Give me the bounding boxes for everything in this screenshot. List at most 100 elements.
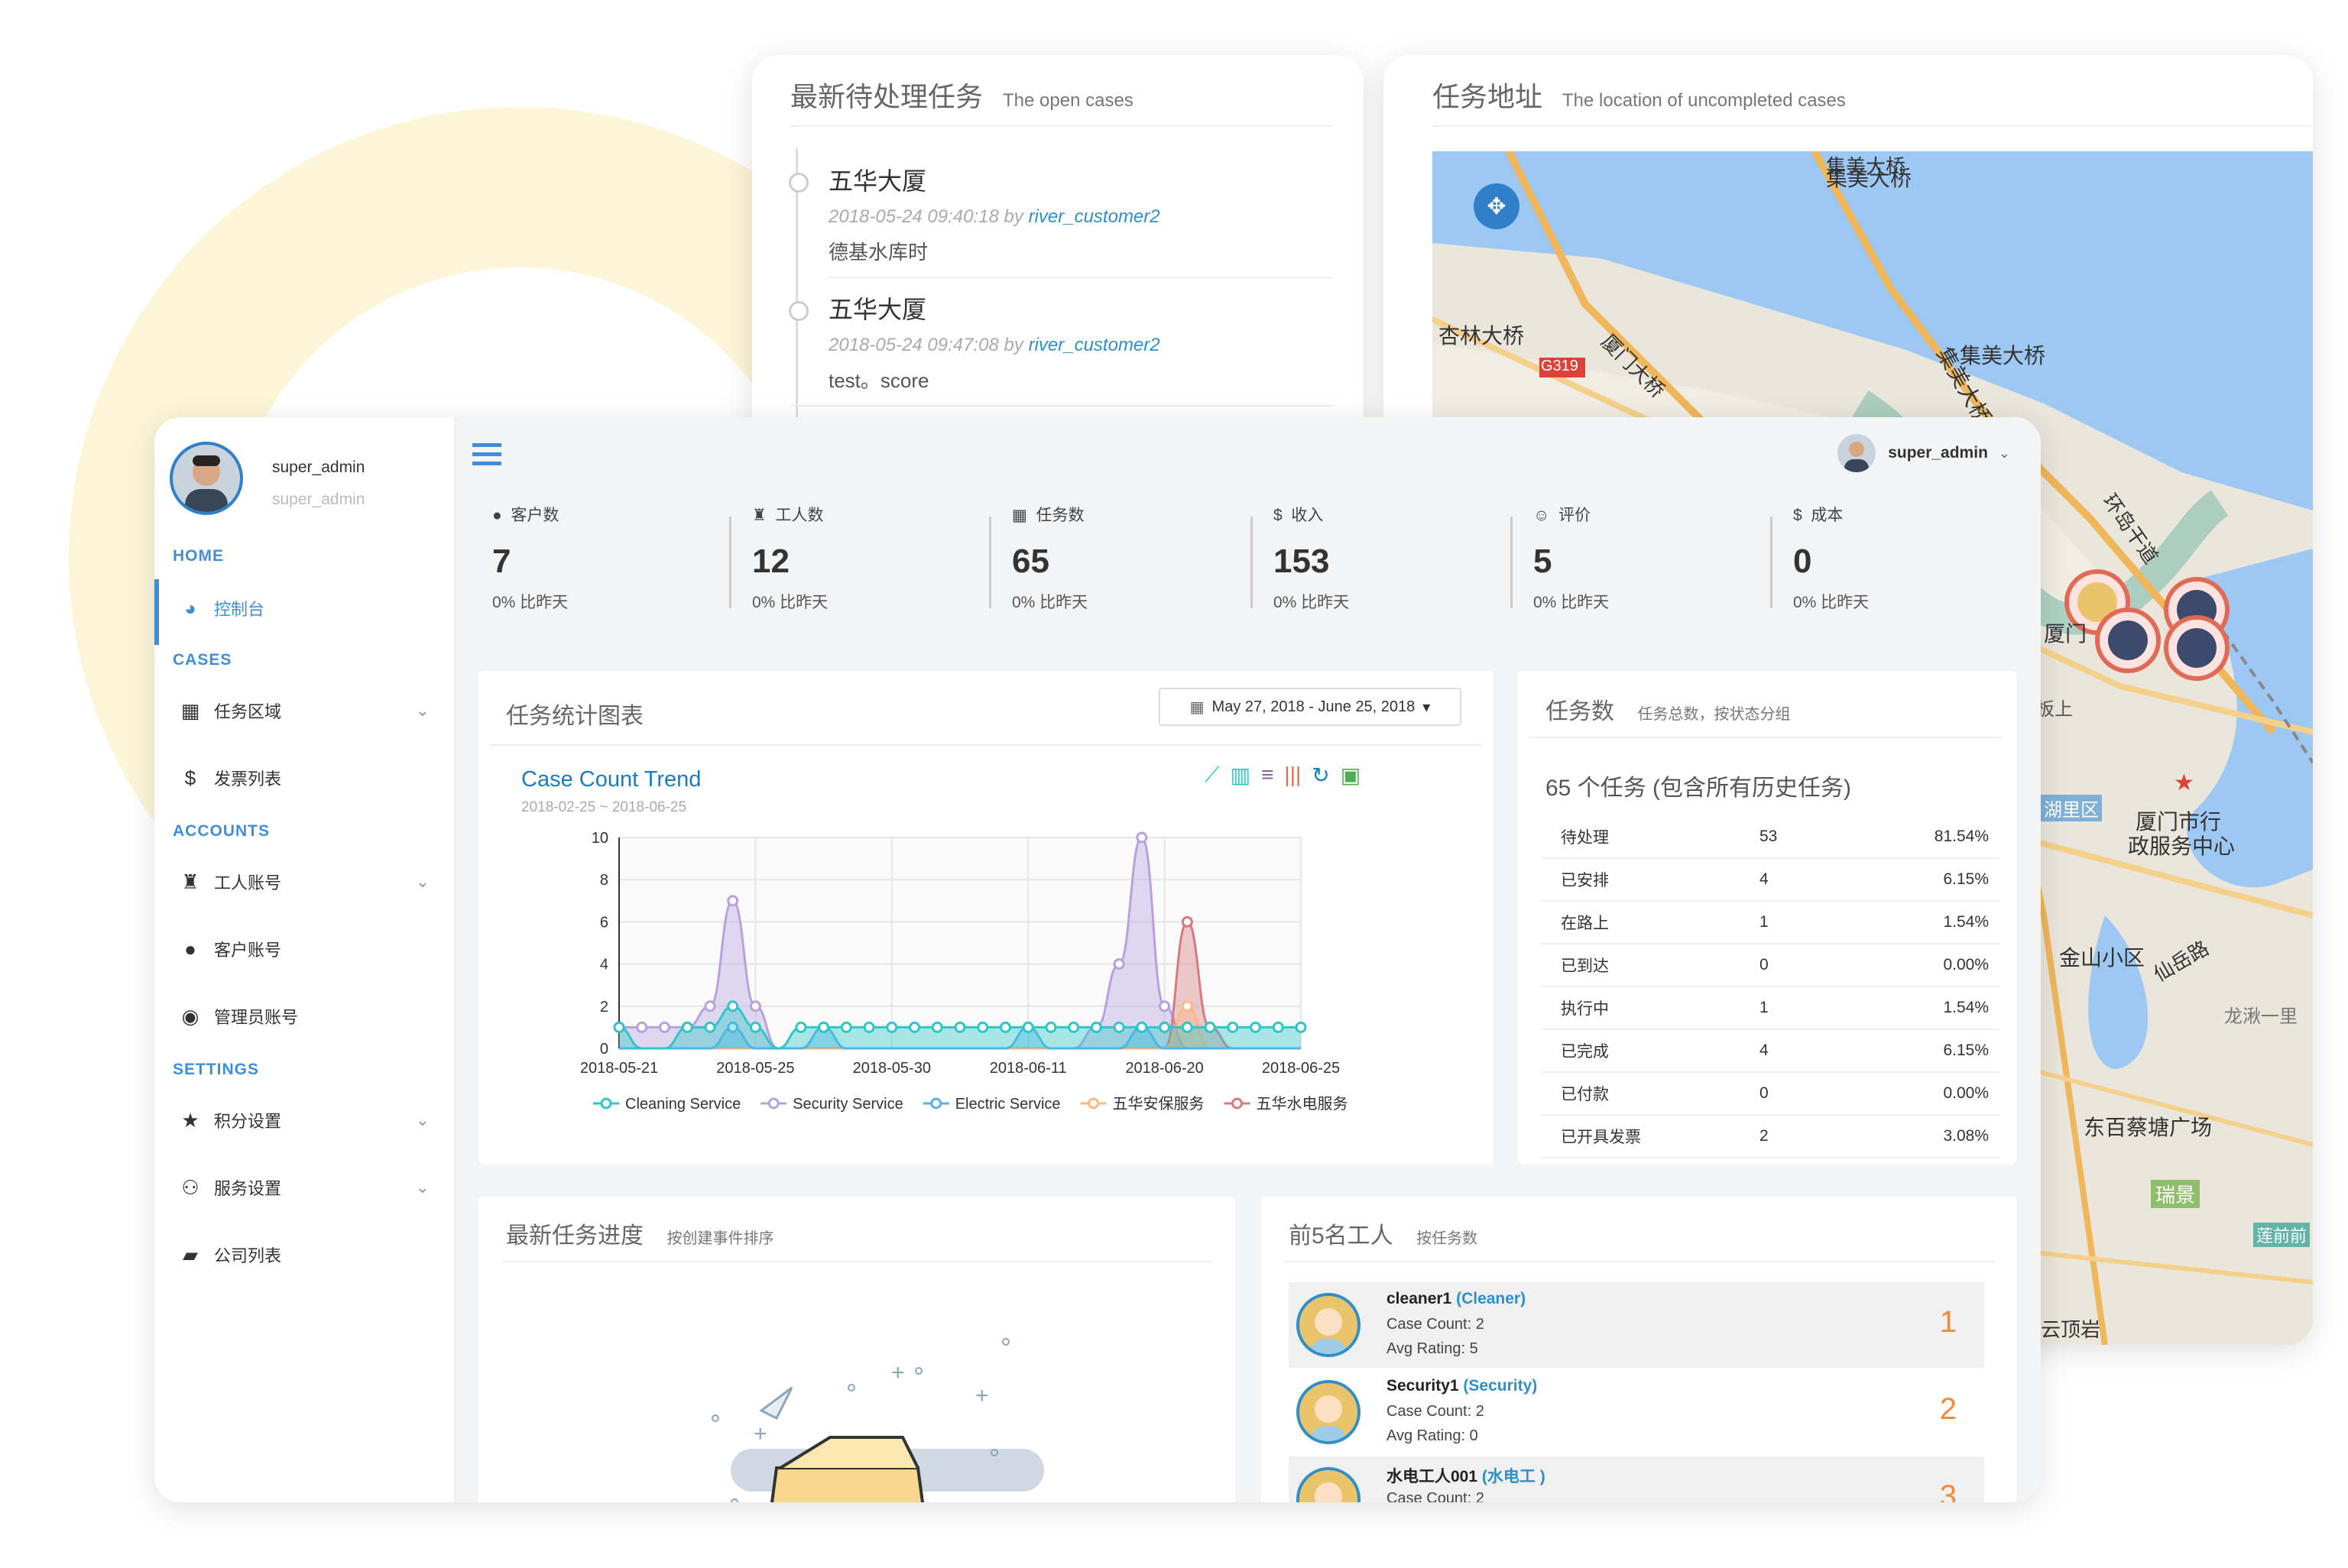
legend-label: Cleaning Service xyxy=(625,1096,741,1113)
legend-marker xyxy=(767,1097,780,1110)
status-row: 已付款 0 0.00% xyxy=(1541,1072,1999,1116)
data-point xyxy=(1113,1021,1125,1033)
case-user-link[interactable]: river_customer2 xyxy=(1029,206,1160,227)
dollar-icon: $ xyxy=(1793,507,1802,524)
divider xyxy=(729,517,731,608)
sidebar-item-invoices[interactable]: $ 发票列表 xyxy=(177,766,437,790)
divider xyxy=(1432,125,2311,127)
status-count: 53 xyxy=(1759,816,1882,859)
sidebar-item-company-list[interactable]: ▰ 公司列表 xyxy=(177,1242,437,1267)
x-tick-label: 2018-06-25 xyxy=(1262,1060,1340,1077)
map-title-text: 任务地址 xyxy=(1432,81,1543,112)
map-label: 集美大桥 xyxy=(1826,167,1912,190)
sidebar-item-label: 客户账号 xyxy=(214,941,282,960)
case-meta: 2018-05-24 09:40:18 by river_customer2 xyxy=(829,206,1160,228)
worker-row[interactable]: 水电工人001 (水电工 ) Case Count: 2 3 xyxy=(1289,1456,1984,1502)
map-label: 杏林大桥 xyxy=(1438,324,1525,348)
data-point xyxy=(727,1000,739,1012)
progress-card: 最新任务进度 按创建事件排序 + + + xyxy=(478,1197,1235,1502)
progress-header: 最新任务进度 按创建事件排序 xyxy=(506,1216,773,1250)
chart-card: 任务统计图表 ▦ May 27, 2018 - June 25, 2018 ▾ … xyxy=(478,671,1493,1165)
user-menu[interactable]: super_admin ⌄ xyxy=(1837,434,2010,472)
stat-value: 153 xyxy=(1273,543,1330,580)
sidebar-heading-home: HOME xyxy=(173,547,224,565)
worker-name: cleaner1 (Cleaner) xyxy=(1386,1290,1526,1307)
worker-row[interactable]: cleaner1 (Cleaner) Case Count: 2 Avg Rat… xyxy=(1289,1282,1984,1368)
status-count: 2 xyxy=(1759,1115,1882,1158)
data-point xyxy=(863,1021,875,1033)
status-row: 已开具发票 2 3.08% xyxy=(1541,1115,1999,1158)
sidebar-item-customer-accounts[interactable]: ● 客户账号 xyxy=(177,937,437,961)
worker-row[interactable]: Security1 (Security) Case Count: 2 Avg R… xyxy=(1289,1369,1984,1455)
data-point xyxy=(704,1000,716,1012)
sidebar-item-points-settings[interactable]: ★ 积分设置 ⌄ xyxy=(177,1108,437,1132)
sidebar-item-task-area[interactable]: ▦ 任务区域 ⌄ xyxy=(177,698,437,723)
worker-name: 水电工人001 (水电工 ) xyxy=(1386,1468,1545,1485)
chevron-down-icon: ⌄ xyxy=(415,1110,430,1129)
task-status-title: 任务数 xyxy=(1545,699,1614,724)
divider xyxy=(1284,1261,1995,1262)
legend-label: Security Service xyxy=(793,1096,903,1113)
sidebar-item-dashboard[interactable]: ◕ 控制台 xyxy=(177,596,437,620)
case-user-link[interactable]: river_customer2 xyxy=(1029,335,1160,355)
data-point xyxy=(840,1021,852,1033)
x-tick-label: 2018-06-11 xyxy=(990,1060,1067,1077)
map-label: 东百蔡塘广场 xyxy=(2084,1116,2213,1139)
task-status-rows: 待处理 53 81.54% 已安排 4 6.15% 在路上 1 1.54% 已到达 0 0.00% 执行… xyxy=(1541,816,1999,1158)
top-bar: super_admin ⌄ xyxy=(456,417,2041,491)
open-case-item[interactable]: 五华大厦 2018-05-24 09:47:08 by river_custom… xyxy=(829,290,1160,394)
legend-marker xyxy=(1088,1097,1100,1110)
stat-value: 7 xyxy=(492,543,511,580)
line-chart-icon[interactable]: ⟋ xyxy=(1205,763,1220,788)
map-label: 板上 xyxy=(2036,699,2073,720)
stat-tasks: ▦ 任务数 65 0% 比昨天 xyxy=(1012,503,1241,613)
case-trend-chart: 0 2 4 6 8 10 2018-05-21 2018-05-25 2018-05-30 201… xyxy=(580,830,1348,1113)
save-icon[interactable]: ▣ xyxy=(1341,763,1360,788)
status-percent: 6.15% xyxy=(1882,1029,1999,1073)
stack-icon[interactable]: ≡ xyxy=(1261,763,1273,788)
date-range-picker[interactable]: ▦ May 27, 2018 - June 25, 2018 ▾ xyxy=(1159,688,1461,726)
y-tick-label: 2 xyxy=(600,999,608,1016)
map-label: 瑞景 xyxy=(2151,1180,2200,1208)
sidebar-item-admin-accounts[interactable]: ◉ 管理员账号 xyxy=(177,1004,437,1029)
main-content: super_admin ⌄ ● 客户数 7 0% 比昨天 ♜ 工人数 12 0%… xyxy=(456,417,2041,1502)
map-label: 金山小区 xyxy=(2059,946,2145,970)
legend-label: Electric Service xyxy=(955,1096,1061,1113)
chart-toolbox: ⟋ ▥ ≡ ||| ↻ ▣ xyxy=(1205,763,1360,788)
avatar[interactable] xyxy=(170,442,243,515)
case-meta: 2018-05-24 09:47:08 by river_customer2 xyxy=(829,335,1160,356)
chart-title: Case Count Trend xyxy=(521,767,702,792)
status-name: 已安排 xyxy=(1541,858,1759,902)
sidebar-item-service-settings[interactable]: ⚇ 服务设置 ⌄ xyxy=(177,1175,437,1200)
map-label: 云顶岩 xyxy=(2041,1318,2101,1341)
data-point xyxy=(749,1000,761,1012)
y-tick-label: 8 xyxy=(600,872,608,889)
worker-name: Security1 (Security) xyxy=(1386,1377,1538,1395)
stat-change: 0% 比昨天 xyxy=(1533,594,1610,611)
bar-chart-icon[interactable]: ▥ xyxy=(1231,763,1250,788)
star-icon: ★ xyxy=(181,1108,199,1132)
timeline-line xyxy=(796,148,798,452)
sidebar-item-worker-accounts[interactable]: ♜ 工人账号 ⌄ xyxy=(177,870,437,894)
top-workers-card: 前5名工人 按任务数 cleaner1 (Cleaner) Case Count… xyxy=(1261,1197,2016,1502)
hamburger-menu-icon[interactable] xyxy=(472,443,501,465)
map-marker[interactable] xyxy=(2164,615,2230,681)
sidebar-item-label: 公司列表 xyxy=(214,1246,282,1265)
data-point xyxy=(681,1021,693,1033)
status-row: 已到达 0 0.00% xyxy=(1541,944,1999,987)
worker-rank: 1 xyxy=(1939,1305,1957,1339)
stat-value: 5 xyxy=(1533,543,1552,580)
worker-rank: 2 xyxy=(1939,1392,1957,1426)
x-tick-label: 2018-05-30 xyxy=(853,1060,931,1077)
refresh-icon[interactable]: ↻ xyxy=(1312,763,1329,788)
open-case-item[interactable]: 五华大厦 2018-05-24 09:40:18 by river_custom… xyxy=(829,162,1160,265)
chart-subtitle: 2018-02-25 ~ 2018-06-25 xyxy=(521,799,687,815)
tiled-icon[interactable]: ||| xyxy=(1284,763,1301,788)
map-marker[interactable] xyxy=(2095,607,2161,673)
stat-rating: ☺ 评价 5 0% 比昨天 xyxy=(1533,503,1763,613)
case-title: 五华大厦 xyxy=(829,167,927,195)
briefcase-icon: ▰ xyxy=(183,1242,198,1266)
data-point xyxy=(1181,1000,1193,1012)
data-point xyxy=(658,1021,670,1033)
map-label: 莲前前 xyxy=(2253,1223,2311,1247)
